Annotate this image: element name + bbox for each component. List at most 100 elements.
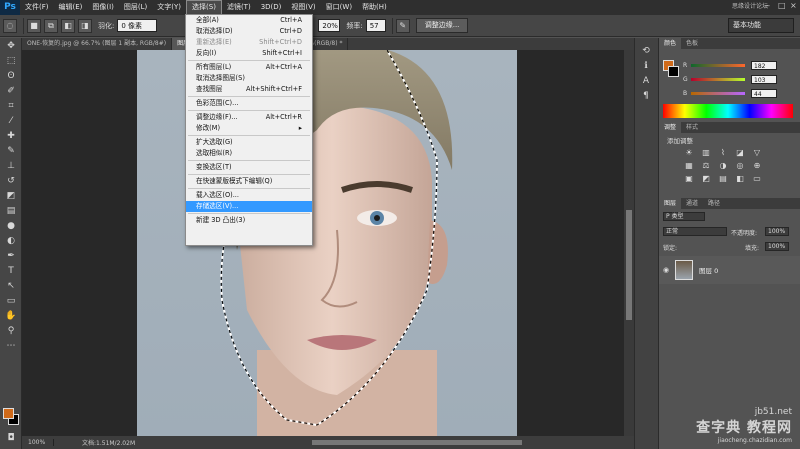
- opacity-input[interactable]: 100%: [765, 227, 789, 236]
- select-menu-item[interactable]: 反向(I) Shift+Ctrl+I: [186, 48, 312, 59]
- tab-adjustments[interactable]: 调整: [659, 122, 682, 133]
- select-menu-item[interactable]: 所有图层(L) Alt+Ctrl+A: [186, 62, 312, 73]
- select-menu-item[interactable]: 修改(M) ▸: [186, 123, 312, 134]
- select-menu-item[interactable]: 在快速蒙版模式下编辑(Q): [186, 176, 312, 187]
- tab-color[interactable]: 颜色: [659, 38, 682, 49]
- menu-edit[interactable]: 编辑(E): [54, 0, 88, 15]
- menu-select[interactable]: 选择(S): [186, 0, 222, 15]
- more-tools-icon[interactable]: ⋯: [3, 339, 19, 353]
- menu-view[interactable]: 视图(V): [286, 0, 320, 15]
- menu-image[interactable]: 图像(I): [87, 0, 119, 15]
- layer-thumbnail[interactable]: [675, 260, 693, 280]
- type-tool-icon[interactable]: T: [3, 264, 19, 278]
- color-spectrum-bar[interactable]: [663, 104, 793, 118]
- photo-filter-icon[interactable]: ◎: [734, 161, 746, 171]
- dodge-tool-icon[interactable]: ◐: [3, 234, 19, 248]
- tab-swatches[interactable]: 色板: [681, 38, 703, 49]
- menu-type[interactable]: 文字(Y): [152, 0, 186, 15]
- menu-layer[interactable]: 图层(L): [119, 0, 152, 15]
- menu-window[interactable]: 窗口(W): [321, 0, 357, 15]
- brightness-icon[interactable]: ☀: [683, 148, 695, 158]
- path-selection-tool-icon[interactable]: ↖: [3, 279, 19, 293]
- refine-edge-button[interactable]: 调整边缘...: [415, 18, 469, 33]
- select-menu-item[interactable]: 载入选区(O)...: [186, 190, 312, 201]
- menu-filter[interactable]: 滤镜(T): [222, 0, 256, 15]
- black-white-icon[interactable]: ◑: [717, 161, 729, 171]
- menu-3d[interactable]: 3D(D): [256, 0, 287, 15]
- select-menu-item[interactable]: 全部(A) Ctrl+A: [186, 15, 312, 26]
- select-menu-item[interactable]: 取消选择(D) Ctrl+D: [186, 26, 312, 37]
- brush-tool-icon[interactable]: ✎: [3, 144, 19, 158]
- blue-value[interactable]: 44: [751, 88, 777, 98]
- width-input[interactable]: 20%: [318, 19, 341, 32]
- hand-tool-icon[interactable]: ✋: [3, 309, 19, 323]
- green-slider[interactable]: [691, 77, 745, 81]
- select-menu-item[interactable]: 选取相似(R): [186, 148, 312, 159]
- menu-file[interactable]: 文件(F): [20, 0, 54, 15]
- eyedropper-tool-icon[interactable]: ⁄: [3, 114, 19, 128]
- select-menu-item[interactable]: 变换选区(T): [186, 162, 312, 173]
- healing-brush-tool-icon[interactable]: ✚: [3, 129, 19, 143]
- tool-preset-icon[interactable]: ◌: [3, 18, 17, 33]
- history-brush-tool-icon[interactable]: ↺: [3, 174, 19, 188]
- red-value[interactable]: 182: [751, 60, 777, 70]
- crop-tool-icon[interactable]: ⌗: [3, 99, 19, 113]
- layer-row[interactable]: ◉ 图层 0: [659, 256, 800, 284]
- vibrance-icon[interactable]: ▽: [751, 148, 763, 158]
- invert-icon[interactable]: ◩: [700, 174, 712, 184]
- pen-pressure-icon[interactable]: ✎: [395, 18, 410, 33]
- visibility-eye-icon[interactable]: ◉: [663, 266, 669, 274]
- new-selection-icon[interactable]: ■: [27, 18, 41, 33]
- select-menu-item[interactable]: 查找图层 Alt+Shift+Ctrl+F: [186, 84, 312, 95]
- quick-mask-icon[interactable]: ◘: [3, 431, 19, 445]
- red-slider[interactable]: [691, 63, 745, 67]
- eraser-tool-icon[interactable]: ◩: [3, 189, 19, 203]
- tab-paths[interactable]: 路径: [703, 198, 725, 209]
- subtract-selection-icon[interactable]: ◧: [61, 18, 75, 33]
- posterize-icon[interactable]: ▤: [717, 174, 729, 184]
- quick-selection-tool-icon[interactable]: ✐: [3, 84, 19, 98]
- menu-help[interactable]: 帮助(H): [357, 0, 392, 15]
- select-menu-item[interactable]: 重新选择(E) Shift+Ctrl+D: [186, 37, 312, 48]
- gradient-tool-icon[interactable]: ▤: [3, 204, 19, 218]
- levels-icon[interactable]: ▥: [700, 148, 712, 158]
- color-lookup-icon[interactable]: ▣: [683, 174, 695, 184]
- curves-icon[interactable]: ⌇: [717, 148, 729, 158]
- properties-panel-icon[interactable]: ℹ: [638, 59, 654, 73]
- tab-styles[interactable]: 样式: [681, 122, 703, 133]
- blue-slider[interactable]: [691, 91, 745, 95]
- add-selection-icon[interactable]: ⧉: [44, 18, 58, 33]
- minimize-icon[interactable]: –: [766, 2, 774, 10]
- select-menu-item[interactable]: 取消选择图层(S): [186, 73, 312, 84]
- move-tool-icon[interactable]: ✥: [3, 39, 19, 53]
- maximize-icon[interactable]: □: [778, 2, 786, 10]
- green-value[interactable]: 103: [751, 74, 777, 84]
- layer-filter-select[interactable]: P 类型: [663, 212, 705, 221]
- tab-channels[interactable]: 通道: [681, 198, 703, 209]
- shape-tool-icon[interactable]: ▭: [3, 294, 19, 308]
- intersect-selection-icon[interactable]: ◨: [78, 18, 92, 33]
- canvas-area[interactable]: [22, 50, 624, 436]
- channel-mixer-icon[interactable]: ⊕: [751, 161, 763, 171]
- blend-mode-select[interactable]: 正常: [663, 227, 727, 236]
- character-panel-icon[interactable]: A: [638, 74, 654, 88]
- exposure-icon[interactable]: ◪: [734, 148, 746, 158]
- blur-tool-icon[interactable]: ●: [3, 219, 19, 233]
- select-menu-item[interactable]: 调整边缘(F)... Alt+Ctrl+R: [186, 112, 312, 123]
- foreground-color-swatch[interactable]: [3, 408, 14, 419]
- hue-saturation-icon[interactable]: ▦: [683, 161, 695, 171]
- select-menu-item[interactable]: 存储选区(V)...: [186, 201, 312, 212]
- clone-stamp-tool-icon[interactable]: ⊥: [3, 159, 19, 173]
- threshold-icon[interactable]: ◧: [734, 174, 746, 184]
- pen-tool-icon[interactable]: ✒: [3, 249, 19, 263]
- zoom-tool-icon[interactable]: ⚲: [3, 324, 19, 338]
- lasso-tool-icon[interactable]: ʘ: [3, 69, 19, 83]
- horizontal-scrollbar-thumb[interactable]: [312, 440, 522, 445]
- vertical-scrollbar[interactable]: [624, 50, 634, 436]
- paragraph-panel-icon[interactable]: ¶: [638, 89, 654, 103]
- select-menu-item[interactable]: 新建 3D 凸出(3): [186, 215, 312, 226]
- workspace-select[interactable]: 基本功能: [728, 18, 794, 33]
- gradient-map-icon[interactable]: ▭: [751, 174, 763, 184]
- close-icon[interactable]: ×: [790, 2, 798, 10]
- tab-layers[interactable]: 图层: [659, 198, 682, 209]
